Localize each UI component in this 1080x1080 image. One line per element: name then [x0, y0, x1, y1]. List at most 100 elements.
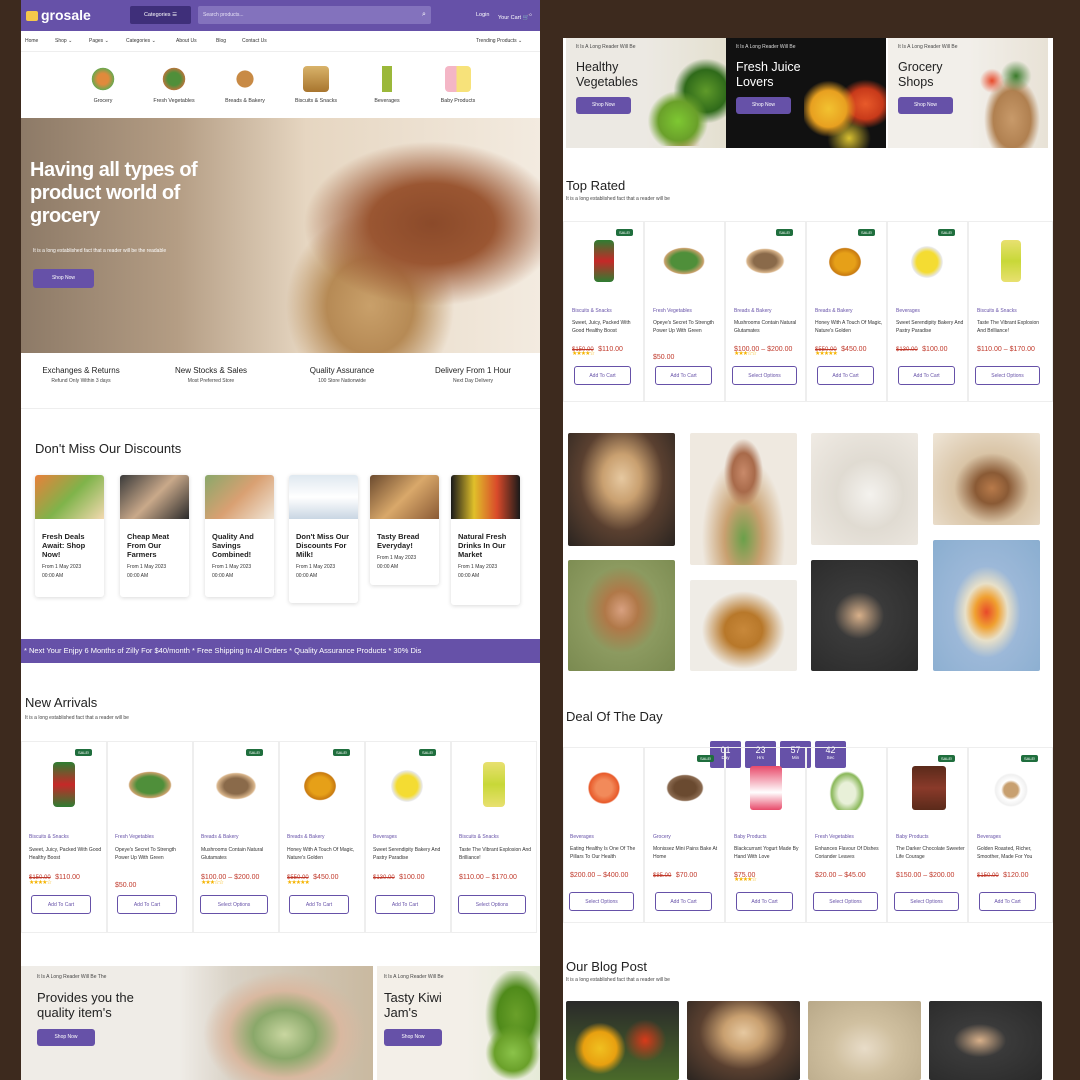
- nav-home[interactable]: Home: [25, 38, 38, 44]
- select-options-button[interactable]: Select Options: [894, 892, 959, 911]
- deal-product-card[interactable]: Baby Products Blackcurrant Yogurt Made B…: [725, 747, 806, 923]
- product-card[interactable]: Biscuits & Snacks Taste The Vibrant Expl…: [968, 221, 1053, 402]
- categories-button[interactable]: Categories ☰: [130, 6, 191, 24]
- add-to-cart-button[interactable]: Add To Cart: [117, 895, 177, 914]
- product-category[interactable]: Beverages: [570, 834, 594, 840]
- blog-post-image-vegetables[interactable]: [566, 1001, 679, 1080]
- product-name[interactable]: Monissez Mini Pains Bake At Home: [653, 845, 723, 861]
- product-card[interactable]: SALE! Beverages Sweet Serendipity Bakery…: [365, 741, 451, 933]
- deal-product-card[interactable]: Beverages Eating Healthy Is One Of The P…: [563, 747, 644, 923]
- product-name[interactable]: Honey With A Touch Of Magic, Nature's Go…: [815, 319, 885, 335]
- category-beverages[interactable]: Beverages: [352, 66, 422, 104]
- product-category[interactable]: Breads & Bakery: [201, 834, 239, 840]
- product-category[interactable]: Fresh Vegetables: [815, 834, 854, 840]
- deal-product-card[interactable]: SALE! Baby Products The Darker Chocolate…: [887, 747, 968, 923]
- product-category[interactable]: Beverages: [977, 834, 1001, 840]
- category-fresh-vegetables[interactable]: Fresh Vegetables: [139, 66, 209, 104]
- gallery-photo-bread[interactable]: [568, 433, 675, 546]
- blog-post-image-mesh-bag[interactable]: [808, 1001, 921, 1080]
- add-to-cart-button[interactable]: Add To Cart: [817, 366, 874, 385]
- product-card[interactable]: SALE! Breads & Bakery Honey With A Touch…: [279, 741, 365, 933]
- nav-shop[interactable]: Shop ⌄: [55, 38, 72, 44]
- select-options-button[interactable]: Select Options: [569, 892, 634, 911]
- gallery-photo-mesh-bag[interactable]: [933, 540, 1040, 671]
- product-card[interactable]: SALE! Beverages Sweet Serendipity Bakery…: [887, 221, 968, 402]
- gallery-photo-woman-crate[interactable]: [811, 560, 918, 671]
- add-to-cart-button[interactable]: Add To Cart: [979, 892, 1036, 911]
- cart-link[interactable]: Your Cart 🛒0: [498, 12, 532, 21]
- add-to-cart-button[interactable]: Add To Cart: [375, 895, 435, 914]
- blog-post-image-woman-crate[interactable]: [929, 1001, 1042, 1080]
- product-name[interactable]: Sweet Serendipity Bakery And Pastry Para…: [373, 846, 447, 862]
- select-options-button[interactable]: Select Options: [458, 895, 526, 914]
- add-to-cart-button[interactable]: Add To Cart: [289, 895, 349, 914]
- gallery-photo-woman-basket[interactable]: [568, 560, 675, 671]
- add-to-cart-button[interactable]: Add To Cart: [655, 366, 712, 385]
- product-name[interactable]: Sweet, Juicy, Packed With Good Healthy B…: [29, 846, 103, 862]
- product-category[interactable]: Fresh Vegetables: [653, 308, 692, 314]
- banner-shop-now-button[interactable]: Shop Now: [736, 97, 791, 114]
- hero-shop-now-button[interactable]: Shop Now: [33, 269, 94, 288]
- category-baby-products[interactable]: Baby Products: [423, 66, 493, 104]
- product-name[interactable]: Mushrooms Contain Natural Glutamates: [734, 319, 804, 335]
- category-grocery[interactable]: Grocery: [68, 66, 138, 104]
- gallery-photo-woman-groceries[interactable]: [690, 433, 797, 565]
- add-to-cart-button[interactable]: Add To Cart: [736, 892, 793, 911]
- add-to-cart-button[interactable]: Add To Cart: [655, 892, 712, 911]
- product-name[interactable]: Taste The Vibrant Explosion And Brillian…: [459, 846, 533, 862]
- product-name[interactable]: Blackcurrant Yogurt Made By Hand With Lo…: [734, 845, 804, 861]
- nav-pages[interactable]: Pages ⌄: [89, 38, 109, 44]
- select-options-button[interactable]: Select Options: [732, 366, 797, 385]
- nav-blog[interactable]: Blog: [216, 38, 226, 44]
- discount-card[interactable]: Tasty Bread Everyday! From 1 May 2023 00:0…: [370, 475, 439, 585]
- gallery-photo-tote-bag[interactable]: [811, 433, 918, 545]
- product-name[interactable]: Honey With A Touch Of Magic, Nature's Go…: [287, 846, 361, 862]
- product-category[interactable]: Baby Products: [896, 834, 929, 840]
- search-icon[interactable]: ⌕: [417, 6, 431, 24]
- product-card[interactable]: SALE! Biscuits & Snacks Sweet, Juicy, Pa…: [21, 741, 107, 933]
- product-category[interactable]: Baby Products: [734, 834, 767, 840]
- product-name[interactable]: Eating Healthy Is One Of The Pillars To …: [570, 845, 642, 861]
- product-category[interactable]: Biscuits & Snacks: [459, 834, 499, 840]
- deal-product-card[interactable]: SALE! Grocery Monissez Mini Pains Bake A…: [644, 747, 725, 923]
- product-name[interactable]: Mushrooms Contain Natural Glutamates: [201, 846, 275, 862]
- product-name[interactable]: Taste The Vibrant Explosion And Brillian…: [977, 319, 1049, 335]
- nav-about[interactable]: About Us: [176, 38, 197, 44]
- product-name[interactable]: Enhances Flavour Of Dishes Coriander Lea…: [815, 845, 885, 861]
- product-category[interactable]: Biscuits & Snacks: [572, 308, 612, 314]
- add-to-cart-button[interactable]: Add To Cart: [31, 895, 91, 914]
- nav-trending[interactable]: Trending Products ⌄: [476, 38, 522, 44]
- product-card[interactable]: SALE! Breads & Bakery Mushrooms Contain …: [193, 741, 279, 933]
- logo[interactable]: grosale: [26, 7, 91, 23]
- discount-card[interactable]: Cheap Meat From Our Farmers From 1 May 20…: [120, 475, 189, 597]
- category-biscuits-snacks[interactable]: Biscuits & Snacks: [281, 66, 351, 104]
- product-name[interactable]: The Darker Chocolate Sweeter Life Courag…: [896, 845, 966, 861]
- product-category[interactable]: Grocery: [653, 834, 671, 840]
- gallery-photo-shopping-bag[interactable]: [690, 580, 797, 671]
- discount-card[interactable]: Don't Miss Our Discounts For Milk! From 1…: [289, 475, 358, 603]
- product-category[interactable]: Biscuits & Snacks: [977, 308, 1017, 314]
- product-name[interactable]: Golden Roasted, Richer, Smoother, Made F…: [977, 845, 1049, 861]
- discount-card[interactable]: Fresh Deals Await: Shop Now! From 1 May 2…: [35, 475, 104, 597]
- blog-post-image-bread[interactable]: [687, 1001, 800, 1080]
- deal-product-card[interactable]: Fresh Vegetables Enhances Flavour Of Dis…: [806, 747, 887, 923]
- deal-product-card[interactable]: SALE! Beverages Golden Roasted, Richer, …: [968, 747, 1053, 923]
- product-category[interactable]: Biscuits & Snacks: [29, 834, 69, 840]
- discount-card[interactable]: Quality And Savings Combined! From 1 May …: [205, 475, 274, 597]
- nav-categories[interactable]: Categories ⌄: [126, 38, 156, 44]
- gallery-photo-paper-bag[interactable]: [933, 433, 1040, 525]
- banner-shop-now-button[interactable]: Shop Now: [898, 97, 953, 114]
- banner-shop-now-button[interactable]: Shop Now: [576, 97, 631, 114]
- product-name[interactable]: Sweet Serendipity Bakery And Pastry Para…: [896, 319, 966, 335]
- add-to-cart-button[interactable]: Add To Cart: [574, 366, 631, 385]
- product-card[interactable]: Fresh Vegetables Opeye's Secret To Stren…: [644, 221, 725, 402]
- category-breads-bakery[interactable]: Breads & Bakery: [210, 66, 280, 104]
- product-name[interactable]: Opeye's Secret To Strength Power Up With…: [653, 319, 723, 335]
- product-card[interactable]: Fresh Vegetables Opeye's Secret To Stren…: [107, 741, 193, 933]
- select-options-button[interactable]: Select Options: [200, 895, 268, 914]
- product-category[interactable]: Beverages: [896, 308, 920, 314]
- search-input[interactable]: Search products...: [198, 6, 431, 24]
- product-category[interactable]: Breads & Bakery: [287, 834, 325, 840]
- banner-shop-now-button[interactable]: Shop Now: [384, 1029, 442, 1046]
- product-category[interactable]: Breads & Bakery: [815, 308, 853, 314]
